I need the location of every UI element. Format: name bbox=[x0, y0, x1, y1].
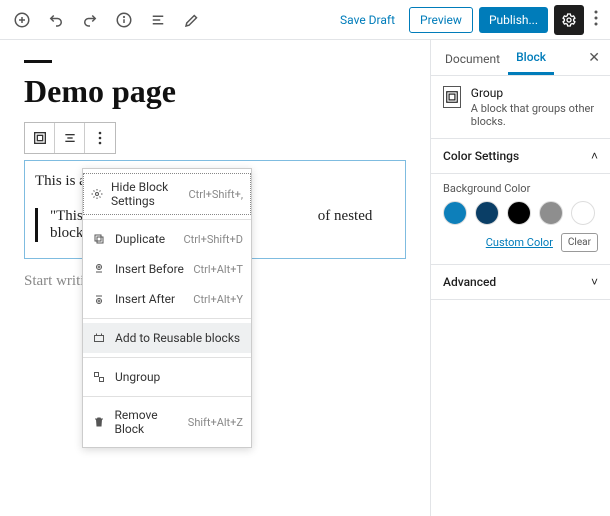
info-button[interactable] bbox=[110, 6, 138, 34]
menu-label: Insert After bbox=[115, 292, 175, 306]
block-description: A block that groups other blocks. bbox=[471, 102, 598, 128]
block-info-panel: Group A block that groups other blocks. bbox=[431, 76, 610, 139]
sidebar-close-button[interactable]: ✕ bbox=[584, 46, 604, 70]
block-toolbar bbox=[24, 122, 116, 154]
publish-button[interactable]: Publish... bbox=[479, 7, 548, 33]
menu-label: Ungroup bbox=[115, 370, 160, 384]
menu-shortcut: Ctrl+Shift+D bbox=[183, 233, 243, 246]
menu-shortcut: Ctrl+Shift+, bbox=[189, 188, 244, 201]
undo-button[interactable] bbox=[42, 6, 70, 34]
tab-block[interactable]: Block bbox=[508, 40, 554, 75]
ungroup-icon bbox=[91, 369, 107, 385]
color-swatches bbox=[443, 201, 598, 225]
add-block-button[interactable] bbox=[8, 6, 36, 34]
clear-color-button[interactable]: Clear bbox=[561, 233, 598, 252]
block-more-button[interactable] bbox=[85, 123, 115, 153]
preview-button[interactable]: Preview bbox=[409, 7, 473, 33]
swatch-4[interactable] bbox=[539, 201, 563, 225]
color-settings-panel: Background Color Custom Color Clear bbox=[431, 174, 610, 265]
menu-hide-block-settings[interactable]: Hide Block Settings Ctrl+Shift+, bbox=[83, 173, 251, 215]
block-name: Group bbox=[471, 86, 598, 100]
menu-remove-block[interactable]: Remove Block Shift+Alt+Z bbox=[83, 401, 251, 443]
edit-mode-button[interactable] bbox=[178, 6, 206, 34]
outline-button[interactable] bbox=[144, 6, 172, 34]
gear-icon bbox=[91, 186, 103, 202]
topbar-left-tools bbox=[8, 6, 206, 34]
more-options-button[interactable] bbox=[590, 6, 602, 34]
menu-shortcut: Ctrl+Alt+Y bbox=[193, 293, 243, 306]
topbar-right-actions: Save Draft Preview Publish... bbox=[332, 5, 602, 35]
menu-label: Duplicate bbox=[115, 232, 165, 246]
menu-insert-before[interactable]: Insert Before Ctrl+Alt+T bbox=[83, 254, 251, 284]
settings-sidebar: Document Block ✕ Group A block that grou… bbox=[430, 40, 610, 516]
advanced-title: Advanced bbox=[443, 275, 496, 289]
swatch-2[interactable] bbox=[475, 201, 499, 225]
custom-color-link[interactable]: Custom Color bbox=[486, 236, 553, 249]
settings-toggle-button[interactable] bbox=[554, 5, 584, 35]
tab-document[interactable]: Document bbox=[437, 42, 508, 74]
menu-shortcut: Shift+Alt+Z bbox=[188, 416, 243, 429]
duplicate-icon bbox=[91, 231, 107, 247]
advanced-panel-header[interactable]: Advanced ˅ bbox=[431, 265, 610, 300]
swatch-3[interactable] bbox=[507, 201, 531, 225]
menu-label: Hide Block Settings bbox=[111, 180, 189, 208]
title-rule bbox=[24, 60, 52, 63]
save-draft-button[interactable]: Save Draft bbox=[332, 9, 403, 31]
swatch-1[interactable] bbox=[443, 201, 467, 225]
insert-after-icon bbox=[91, 291, 107, 307]
editor-topbar: Save Draft Preview Publish... bbox=[0, 0, 610, 40]
menu-duplicate[interactable]: Duplicate Ctrl+Shift+D bbox=[83, 224, 251, 254]
menu-ungroup[interactable]: Ungroup bbox=[83, 362, 251, 392]
chevron-down-icon: ˅ bbox=[591, 275, 598, 289]
block-type-button[interactable] bbox=[25, 123, 55, 153]
menu-separator bbox=[83, 396, 251, 397]
menu-shortcut: Ctrl+Alt+T bbox=[193, 263, 243, 276]
chevron-up-icon: ˄ bbox=[591, 149, 598, 163]
block-options-menu: Hide Block Settings Ctrl+Shift+, Duplica… bbox=[82, 168, 252, 448]
trash-icon bbox=[91, 414, 106, 430]
swatch-5[interactable] bbox=[571, 201, 595, 225]
insert-before-icon bbox=[91, 261, 107, 277]
menu-separator bbox=[83, 219, 251, 220]
menu-label: Insert Before bbox=[115, 262, 184, 276]
menu-separator bbox=[83, 357, 251, 358]
sidebar-tabs: Document Block ✕ bbox=[431, 40, 610, 76]
redo-button[interactable] bbox=[76, 6, 104, 34]
color-settings-title: Color Settings bbox=[443, 149, 519, 163]
menu-separator bbox=[83, 318, 251, 319]
menu-label: Add to Reusable blocks bbox=[115, 331, 240, 345]
menu-label: Remove Block bbox=[114, 408, 187, 436]
page-title[interactable]: Demo page bbox=[24, 73, 406, 110]
align-button[interactable] bbox=[55, 123, 85, 153]
reusable-icon bbox=[91, 330, 107, 346]
menu-insert-after[interactable]: Insert After Ctrl+Alt+Y bbox=[83, 284, 251, 314]
menu-add-reusable[interactable]: Add to Reusable blocks bbox=[83, 323, 251, 353]
bg-color-label: Background Color bbox=[443, 182, 598, 195]
color-settings-panel-header[interactable]: Color Settings ˄ bbox=[431, 139, 610, 174]
group-icon bbox=[443, 86, 461, 108]
